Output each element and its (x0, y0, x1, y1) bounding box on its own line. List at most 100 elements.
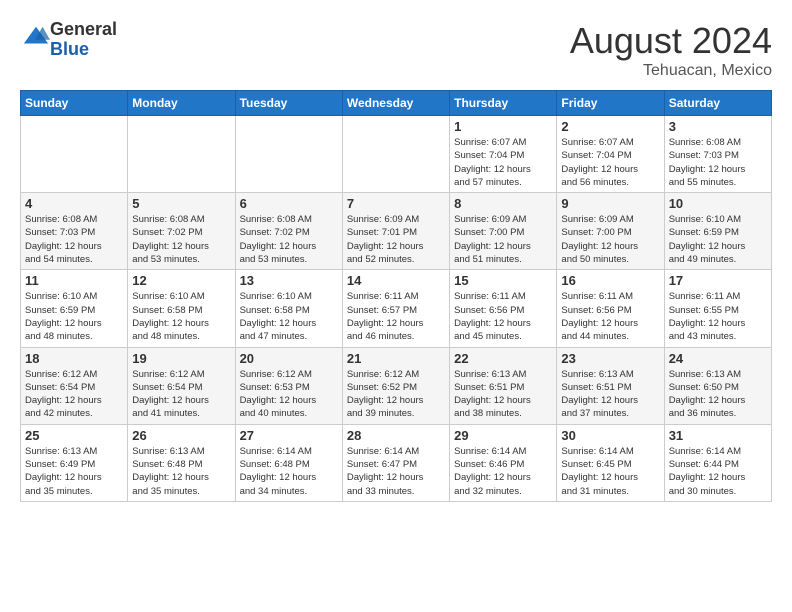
weekday-header-sunday: Sunday (21, 91, 128, 116)
calendar-cell: 12 Sunrise: 6:10 AM Sunset: 6:58 PM Dayli… (128, 270, 235, 347)
day-info: Sunrise: 6:08 AM Sunset: 7:03 PM Dayligh… (25, 213, 123, 266)
calendar-cell: 11Sunrise: 6:10 AM Sunset: 6:59 PM Dayli… (21, 270, 128, 347)
day-number: 1 (454, 119, 552, 134)
day-number: 15 (454, 273, 552, 288)
day-number: 4 (25, 196, 123, 211)
logo-blue-text: Blue (50, 39, 89, 59)
day-info: Sunrise: 6:08 AM Sunset: 7:02 PM Dayligh… (240, 213, 338, 266)
calendar-cell: 27 Sunrise: 6:14 AM Sunset: 6:48 PM Dayli… (235, 424, 342, 501)
calendar-cell: 8 Sunrise: 6:09 AM Sunset: 7:00 PM Daylig… (450, 193, 557, 270)
calendar-cell: 29Sunrise: 6:14 AM Sunset: 6:46 PM Dayli… (450, 424, 557, 501)
day-info: Sunrise: 6:14 AM Sunset: 6:47 PM Dayligh… (347, 445, 445, 498)
calendar-cell: 1 Sunrise: 6:07 AM Sunset: 7:04 PM Daylig… (450, 116, 557, 193)
day-info: Sunrise: 6:09 AM Sunset: 7:01 PM Dayligh… (347, 213, 445, 266)
calendar-cell: 26 Sunrise: 6:13 AM Sunset: 6:48 PM Dayli… (128, 424, 235, 501)
weekday-header-wednesday: Wednesday (342, 91, 449, 116)
calendar-cell: 5Sunrise: 6:08 AM Sunset: 7:02 PM Daylig… (128, 193, 235, 270)
calendar-cell: 16 Sunrise: 6:11 AM Sunset: 6:56 PM Dayli… (557, 270, 664, 347)
day-info: Sunrise: 6:08 AM Sunset: 7:03 PM Dayligh… (669, 136, 767, 189)
calendar-cell: 4 Sunrise: 6:08 AM Sunset: 7:03 PM Daylig… (21, 193, 128, 270)
day-number: 7 (347, 196, 445, 211)
calendar-cell: 13Sunrise: 6:10 AM Sunset: 6:58 PM Dayli… (235, 270, 342, 347)
day-info: Sunrise: 6:12 AM Sunset: 6:54 PM Dayligh… (132, 368, 230, 421)
day-info: Sunrise: 6:13 AM Sunset: 6:48 PM Dayligh… (132, 445, 230, 498)
calendar-cell (128, 116, 235, 193)
page: General Blue August 2024 Tehuacan, Mexic… (0, 0, 792, 512)
weekday-header-tuesday: Tuesday (235, 91, 342, 116)
day-info: Sunrise: 6:12 AM Sunset: 6:53 PM Dayligh… (240, 368, 338, 421)
calendar-cell (342, 116, 449, 193)
day-info: Sunrise: 6:11 AM Sunset: 6:57 PM Dayligh… (347, 290, 445, 343)
day-info: Sunrise: 6:12 AM Sunset: 6:52 PM Dayligh… (347, 368, 445, 421)
day-number: 23 (561, 351, 659, 366)
day-info: Sunrise: 6:14 AM Sunset: 6:44 PM Dayligh… (669, 445, 767, 498)
calendar-week-row: 4 Sunrise: 6:08 AM Sunset: 7:03 PM Daylig… (21, 193, 772, 270)
logo: General Blue (20, 20, 117, 60)
day-info: Sunrise: 6:14 AM Sunset: 6:48 PM Dayligh… (240, 445, 338, 498)
weekday-header-friday: Friday (557, 91, 664, 116)
day-info: Sunrise: 6:14 AM Sunset: 6:45 PM Dayligh… (561, 445, 659, 498)
calendar-cell: 30 Sunrise: 6:14 AM Sunset: 6:45 PM Dayli… (557, 424, 664, 501)
calendar-cell: 10Sunrise: 6:10 AM Sunset: 6:59 PM Dayli… (664, 193, 771, 270)
day-number: 30 (561, 428, 659, 443)
day-info: Sunrise: 6:13 AM Sunset: 6:51 PM Dayligh… (561, 368, 659, 421)
calendar-cell: 17 Sunrise: 6:11 AM Sunset: 6:55 PM Dayli… (664, 270, 771, 347)
calendar-cell: 6Sunrise: 6:08 AM Sunset: 7:02 PM Daylig… (235, 193, 342, 270)
calendar-cell: 2 Sunrise: 6:07 AM Sunset: 7:04 PM Daylig… (557, 116, 664, 193)
calendar-cell: 31 Sunrise: 6:14 AM Sunset: 6:44 PM Dayli… (664, 424, 771, 501)
header: General Blue August 2024 Tehuacan, Mexic… (20, 20, 772, 80)
day-info: Sunrise: 6:14 AM Sunset: 6:46 PM Dayligh… (454, 445, 552, 498)
day-number: 31 (669, 428, 767, 443)
calendar-cell: 3Sunrise: 6:08 AM Sunset: 7:03 PM Daylig… (664, 116, 771, 193)
calendar-location: Tehuacan, Mexico (570, 62, 772, 80)
day-number: 2 (561, 119, 659, 134)
day-number: 13 (240, 273, 338, 288)
day-number: 28 (347, 428, 445, 443)
calendar-cell: 24 Sunrise: 6:13 AM Sunset: 6:50 PM Dayli… (664, 347, 771, 424)
day-info: Sunrise: 6:07 AM Sunset: 7:04 PM Dayligh… (454, 136, 552, 189)
calendar-week-row: 1 Sunrise: 6:07 AM Sunset: 7:04 PM Daylig… (21, 116, 772, 193)
weekday-header-monday: Monday (128, 91, 235, 116)
calendar-cell: 19 Sunrise: 6:12 AM Sunset: 6:54 PM Dayli… (128, 347, 235, 424)
day-number: 20 (240, 351, 338, 366)
calendar-cell: 22Sunrise: 6:13 AM Sunset: 6:51 PM Dayli… (450, 347, 557, 424)
day-number: 24 (669, 351, 767, 366)
day-info: Sunrise: 6:11 AM Sunset: 6:55 PM Dayligh… (669, 290, 767, 343)
weekday-header-saturday: Saturday (664, 91, 771, 116)
day-info: Sunrise: 6:13 AM Sunset: 6:50 PM Dayligh… (669, 368, 767, 421)
calendar-cell: 20 Sunrise: 6:12 AM Sunset: 6:53 PM Dayli… (235, 347, 342, 424)
day-number: 26 (132, 428, 230, 443)
day-number: 27 (240, 428, 338, 443)
day-number: 9 (561, 196, 659, 211)
calendar-cell: 25 Sunrise: 6:13 AM Sunset: 6:49 PM Dayli… (21, 424, 128, 501)
logo-general-text: General (50, 19, 117, 39)
day-number: 12 (132, 273, 230, 288)
day-info: Sunrise: 6:09 AM Sunset: 7:00 PM Dayligh… (454, 213, 552, 266)
calendar-cell: 28 Sunrise: 6:14 AM Sunset: 6:47 PM Dayli… (342, 424, 449, 501)
day-info: Sunrise: 6:10 AM Sunset: 6:58 PM Dayligh… (132, 290, 230, 343)
day-number: 21 (347, 351, 445, 366)
day-number: 11 (25, 273, 123, 288)
day-info: Sunrise: 6:09 AM Sunset: 7:00 PM Dayligh… (561, 213, 659, 266)
day-info: Sunrise: 6:07 AM Sunset: 7:04 PM Dayligh… (561, 136, 659, 189)
day-number: 14 (347, 273, 445, 288)
calendar-cell: 23 Sunrise: 6:13 AM Sunset: 6:51 PM Dayli… (557, 347, 664, 424)
weekday-header-row: SundayMondayTuesdayWednesdayThursdayFrid… (21, 91, 772, 116)
weekday-header-thursday: Thursday (450, 91, 557, 116)
day-info: Sunrise: 6:08 AM Sunset: 7:02 PM Dayligh… (132, 213, 230, 266)
day-number: 17 (669, 273, 767, 288)
calendar-cell (21, 116, 128, 193)
day-info: Sunrise: 6:13 AM Sunset: 6:49 PM Dayligh… (25, 445, 123, 498)
day-info: Sunrise: 6:12 AM Sunset: 6:54 PM Dayligh… (25, 368, 123, 421)
day-number: 8 (454, 196, 552, 211)
day-info: Sunrise: 6:11 AM Sunset: 6:56 PM Dayligh… (454, 290, 552, 343)
calendar-week-row: 11Sunrise: 6:10 AM Sunset: 6:59 PM Dayli… (21, 270, 772, 347)
day-number: 19 (132, 351, 230, 366)
day-info: Sunrise: 6:11 AM Sunset: 6:56 PM Dayligh… (561, 290, 659, 343)
day-number: 25 (25, 428, 123, 443)
calendar-cell: 18Sunrise: 6:12 AM Sunset: 6:54 PM Dayli… (21, 347, 128, 424)
day-number: 16 (561, 273, 659, 288)
calendar-cell: 7 Sunrise: 6:09 AM Sunset: 7:01 PM Daylig… (342, 193, 449, 270)
title-block: August 2024 Tehuacan, Mexico (570, 20, 772, 80)
day-number: 22 (454, 351, 552, 366)
